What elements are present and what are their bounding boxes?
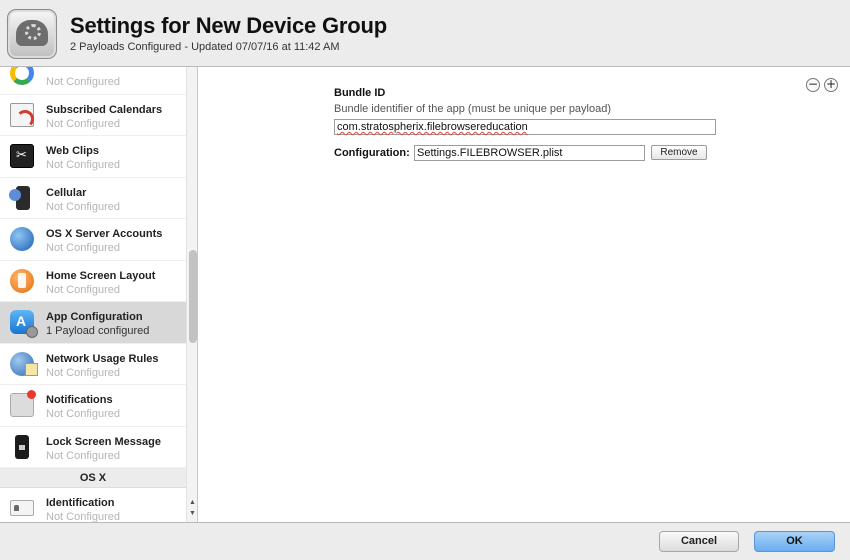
lock-screen-icon xyxy=(15,434,29,459)
globe-icon xyxy=(10,227,34,251)
sidebar-item-label: OS X Server Accounts xyxy=(46,228,163,240)
id-card-icon xyxy=(10,500,34,516)
scrollbar-thumb[interactable] xyxy=(189,250,197,343)
remove-configuration-button[interactable]: Remove xyxy=(651,145,707,160)
bundle-id-value: com.stratospherix.filebrowsereducation xyxy=(337,121,528,133)
sidebar-item-label: Cellular xyxy=(46,186,87,199)
ok-button[interactable]: OK xyxy=(754,531,835,552)
sidebar-item-status: Not Configured xyxy=(46,242,120,254)
page-title: Settings for New Device Group xyxy=(70,13,387,38)
sidebar-item-label: Web Clips xyxy=(46,145,99,157)
sidebar-item-label: Identification xyxy=(46,497,115,509)
app-store-icon xyxy=(10,310,38,338)
sidebar-item-status: Not Configured xyxy=(46,159,120,171)
notifications-icon xyxy=(10,390,36,417)
sidebar-item-osx-server-accounts[interactable]: OS X Server Accounts Not Configured xyxy=(0,219,186,261)
window-header: Settings for New Device Group 2 Payloads… xyxy=(0,0,850,67)
sidebar-item-status: Not Configured xyxy=(46,76,120,88)
payload-list: Not Configured Subscribed Calendars Not … xyxy=(0,67,186,522)
web-clip-icon xyxy=(10,144,34,168)
sidebar-item-subscribed-calendars[interactable]: Subscribed Calendars Not Configured xyxy=(0,95,186,136)
sidebar-item-notifications[interactable]: Notifications Not Configured xyxy=(0,385,186,427)
scroll-down-arrow-icon[interactable]: ▼ xyxy=(187,509,197,519)
sidebar-item-label: Network Usage Rules xyxy=(46,352,159,365)
remove-payload-button[interactable]: − xyxy=(806,78,820,92)
dialog-footer: Cancel OK xyxy=(0,522,850,560)
payload-sidebar: Not Configured Subscribed Calendars Not … xyxy=(0,67,198,522)
calendar-subscription-icon xyxy=(10,102,34,128)
google-icon xyxy=(10,67,34,85)
sidebar-item-label: Subscribed Calendars xyxy=(46,103,163,116)
sidebar-item-status: Not Configured xyxy=(46,117,120,130)
sidebar-item-label: Home Screen Layout xyxy=(46,269,156,282)
sidebar-item-label: App Configuration xyxy=(46,311,143,323)
sidebar-item-status: Not Configured xyxy=(46,511,120,522)
configuration-file-field[interactable]: Settings.FILEBROWSER.plist xyxy=(414,145,645,161)
bundle-id-description: Bundle identifier of the app (must be un… xyxy=(334,103,612,115)
sidebar-item-status: Not Configured xyxy=(46,449,120,462)
sidebar-item-status: 1 Payload configured xyxy=(46,325,150,337)
sidebar-item-label: Notifications xyxy=(46,394,113,406)
add-payload-button[interactable]: + xyxy=(824,78,838,92)
section-header-osx: OS X xyxy=(0,468,186,488)
gear-icon xyxy=(25,24,41,40)
bundle-id-field[interactable]: com.stratospherix.filebrowsereducation xyxy=(334,119,716,135)
network-globe-icon xyxy=(10,351,38,376)
settings-cloud-icon xyxy=(7,9,57,59)
sidebar-scrollbar[interactable]: ▲ ▼ xyxy=(186,67,197,522)
sidebar-item-web-clips[interactable]: Web Clips Not Configured xyxy=(0,136,186,178)
scroll-up-arrow-icon[interactable]: ▲ xyxy=(187,498,197,508)
payload-editor: − + Bundle ID Bundle identifier of the a… xyxy=(199,67,850,522)
sidebar-item-status: Not Configured xyxy=(46,283,120,296)
configuration-label: Configuration: xyxy=(334,147,410,159)
home-screen-icon xyxy=(10,268,34,293)
sidebar-item-app-configuration[interactable]: App Configuration 1 Payload configured xyxy=(0,302,186,344)
sidebar-item-google[interactable]: Not Configured xyxy=(0,67,186,95)
sidebar-item-cellular[interactable]: Cellular Not Configured xyxy=(0,178,186,219)
sidebar-item-label: Lock Screen Message xyxy=(46,435,161,448)
page-subtitle: 2 Payloads Configured - Updated 07/07/16… xyxy=(70,41,340,53)
sidebar-item-network-usage-rules[interactable]: Network Usage Rules Not Configured xyxy=(0,344,186,385)
cellular-icon xyxy=(9,185,30,210)
sidebar-item-status: Not Configured xyxy=(46,200,120,213)
sidebar-item-home-screen-layout[interactable]: Home Screen Layout Not Configured xyxy=(0,261,186,302)
sidebar-item-identification[interactable]: Identification Not Configured xyxy=(0,488,186,522)
bundle-id-label: Bundle ID xyxy=(334,87,386,99)
sidebar-item-lock-screen-message[interactable]: Lock Screen Message Not Configured xyxy=(0,427,186,468)
sidebar-item-status: Not Configured xyxy=(46,408,120,420)
cancel-button[interactable]: Cancel xyxy=(659,531,739,552)
sidebar-item-status: Not Configured xyxy=(46,366,120,379)
